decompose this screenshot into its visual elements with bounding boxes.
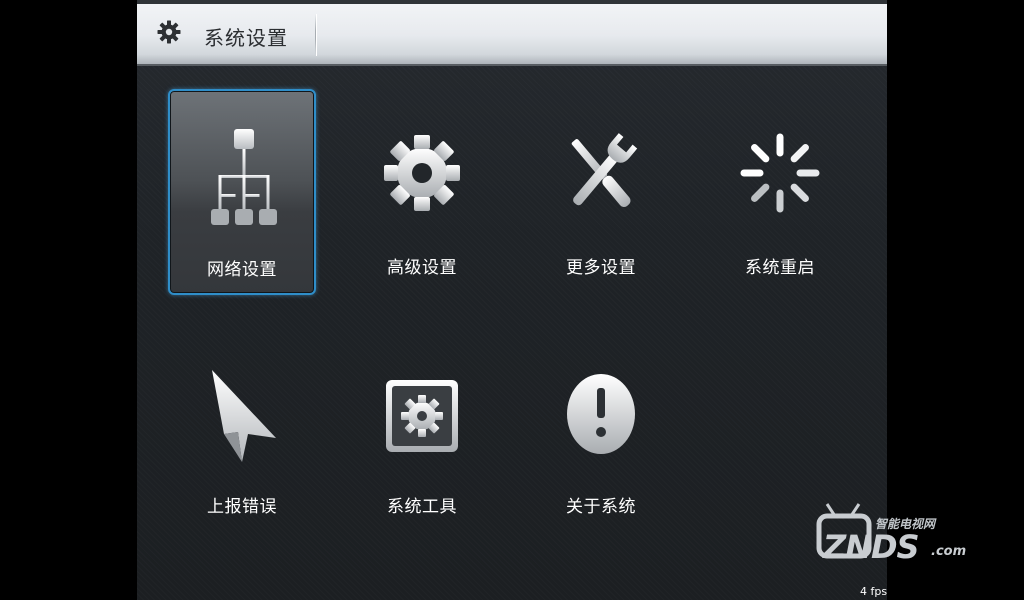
tools-icon (571, 133, 638, 207)
network-icon (211, 129, 277, 225)
send-report-icon (212, 370, 276, 462)
menu-item-label: 上报错误 (207, 497, 277, 517)
restart-icon (740, 133, 820, 213)
znds-watermark: 智能电视网 ZNDS .com (813, 500, 983, 570)
menu-item-label: 网络设置 (207, 260, 277, 280)
system-tools-icon (386, 380, 458, 452)
menu-item-report-error[interactable]: 上报错误 (168, 328, 316, 534)
info-icon (567, 374, 635, 454)
settings-screen: 系统设置 网络设置 高级设置 更多设置 系统重启 上报错误 系统工具 关于系统 (137, 0, 887, 600)
menu-item-network-settings[interactable]: 网络设置 (168, 89, 316, 295)
menu-item-system-restart[interactable]: 系统重启 (706, 89, 854, 295)
page-title: 系统设置 (204, 26, 288, 50)
title-divider (315, 14, 317, 56)
title-bar: 系统设置 (137, 0, 887, 66)
menu-item-more-settings[interactable]: 更多设置 (527, 89, 675, 295)
menu-item-label: 关于系统 (566, 497, 636, 517)
watermark-suffix: .com (931, 544, 967, 559)
gear-icon (384, 135, 460, 211)
fps-counter: 4 fps (860, 585, 888, 598)
menu-item-about-system[interactable]: 关于系统 (527, 328, 675, 534)
menu-item-label: 系统重启 (745, 258, 815, 278)
menu-item-system-tools[interactable]: 系统工具 (348, 328, 496, 534)
gear-icon (157, 20, 181, 44)
watermark-logo-text: ZNDS (823, 528, 920, 566)
title-bar-top-strip (137, 0, 887, 4)
menu-item-advanced-settings[interactable]: 高级设置 (348, 89, 496, 295)
menu-item-label: 更多设置 (566, 258, 636, 278)
menu-item-label: 高级设置 (387, 258, 457, 278)
menu-item-label: 系统工具 (387, 497, 457, 517)
